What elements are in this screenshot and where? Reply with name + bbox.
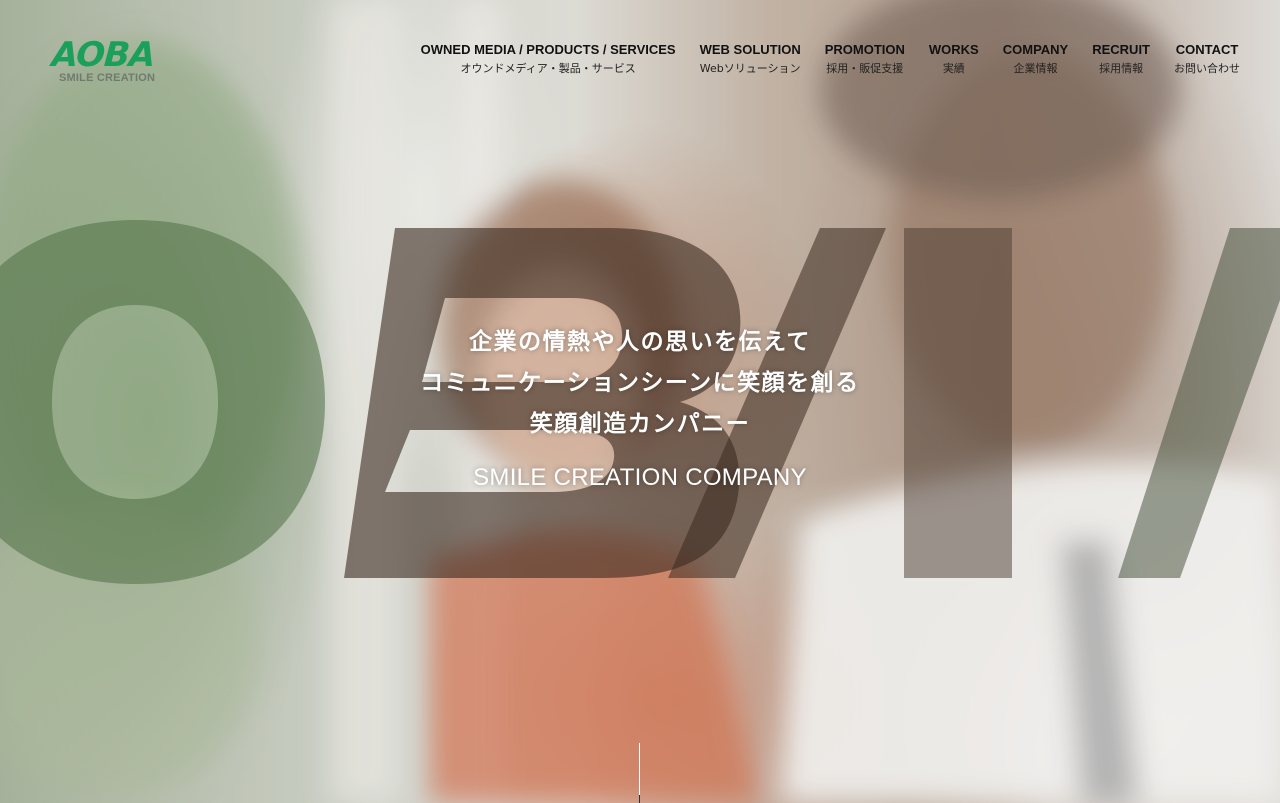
nav-item-label: WEB SOLUTION bbox=[699, 42, 801, 57]
scroll-indicator-line[interactable] bbox=[639, 743, 640, 803]
nav-item-label: CONTACT bbox=[1175, 42, 1239, 57]
nav-item-company[interactable]: COMPANY 企業情報 bbox=[991, 42, 1080, 76]
nav-item-works[interactable]: WORKS 実績 bbox=[917, 42, 991, 76]
hero-headline-line-2: コミュニケーションシーンに笑顔を創る bbox=[420, 370, 860, 396]
nav-item-sublabel: お問い合わせ bbox=[1174, 62, 1240, 75]
nav-item-contact[interactable]: CONTACT お問い合わせ bbox=[1162, 42, 1240, 76]
logo-mark: AOBA bbox=[50, 35, 156, 75]
nav-item-sublabel: 実績 bbox=[942, 62, 965, 75]
site-logo[interactable]: AOBA SMILE CREATION bbox=[50, 35, 162, 84]
nav-item-sublabel: オウンドメディア・製品・サービス bbox=[460, 62, 636, 75]
nav-item-label: RECRUIT bbox=[1092, 42, 1150, 57]
nav-item-sublabel: Webソリューション bbox=[699, 62, 801, 75]
nav-item-label: PROMOTION bbox=[824, 42, 905, 57]
nav-item-label: WORKS bbox=[928, 42, 979, 57]
hero-copy: 企業の情熱や人の思いを伝えて コミュニケーションシーンに笑顔を創る 笑顔創造カン… bbox=[340, 322, 940, 493]
scroll-indicator-tip bbox=[639, 795, 640, 803]
nav-item-web-solution[interactable]: WEB SOLUTION Webソリューション bbox=[688, 42, 813, 76]
nav-item-label: OWNED MEDIA / PRODUCTS / SERVICES bbox=[420, 42, 676, 57]
hero-tagline: SMILE CREATION COMPANY bbox=[473, 464, 807, 491]
nav-item-promotion[interactable]: PROMOTION 採用・販促支援 bbox=[813, 42, 917, 76]
nav-item-sublabel: 採用・販促支援 bbox=[826, 62, 904, 75]
hero-headline-line-1: 企業の情熱や人の思いを伝えて bbox=[469, 329, 811, 355]
nav-item-sublabel: 採用情報 bbox=[1099, 62, 1144, 75]
nav-item-label: COMPANY bbox=[1002, 42, 1069, 57]
nav-item-sublabel: 企業情報 bbox=[1013, 62, 1058, 75]
hero-headline-line-3: 笑顔創造カンパニー bbox=[529, 411, 751, 437]
watermark-letter-a bbox=[1118, 228, 1280, 578]
site-header: AOBA SMILE CREATION OWNED MEDIA / PRODUC… bbox=[0, 0, 1280, 100]
watermark-letter-o bbox=[0, 220, 325, 584]
global-nav: OWNED MEDIA / PRODUCTS / SERVICES オウンドメデ… bbox=[409, 42, 1240, 76]
nav-item-recruit[interactable]: RECRUIT 採用情報 bbox=[1080, 42, 1162, 76]
nav-item-owned-media[interactable]: OWNED MEDIA / PRODUCTS / SERVICES オウンドメデ… bbox=[409, 42, 688, 76]
hero-section: AOBA SMILE CREATION OWNED MEDIA / PRODUC… bbox=[0, 0, 1280, 803]
